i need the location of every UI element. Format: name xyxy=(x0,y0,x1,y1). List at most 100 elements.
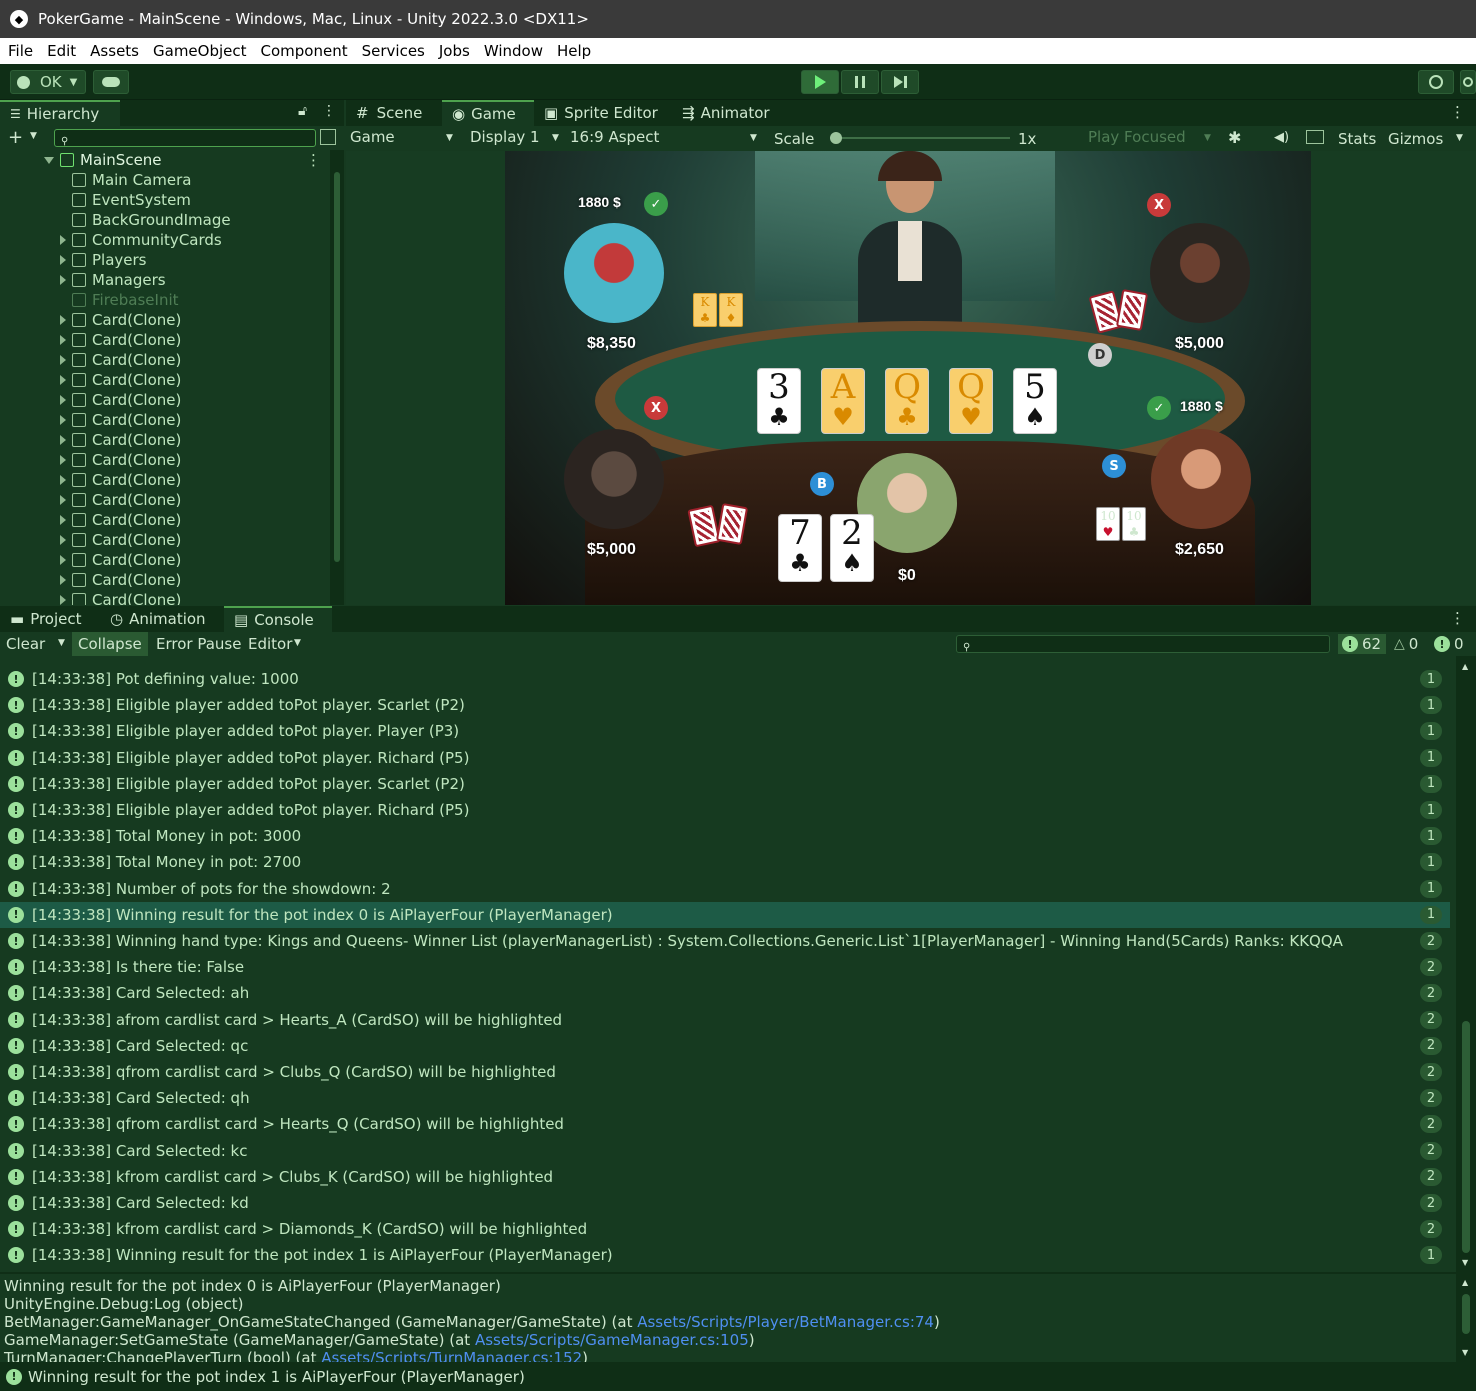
console-entry[interactable]: ! [14:33:38] Total Money in pot: 2700 1 xyxy=(0,849,1450,875)
source-link[interactable]: Assets/Scripts/Player/BetManager.cs:74 xyxy=(637,1313,934,1331)
expand-arrow-icon[interactable] xyxy=(60,535,66,545)
hierarchy-item[interactable]: Main Camera xyxy=(60,170,191,190)
audio-mute-icon[interactable]: ◀) xyxy=(1274,130,1289,145)
hierarchy-item[interactable]: Card(Clone) xyxy=(60,310,181,330)
hierarchy-item[interactable]: Card(Clone) xyxy=(60,530,181,550)
source-link[interactable]: Assets/Scripts/GameManager.cs:105 xyxy=(475,1331,749,1349)
expand-arrow-icon[interactable] xyxy=(60,275,66,285)
pause-button[interactable] xyxy=(841,70,879,94)
play-focused-dropdown[interactable]: Play Focused ▼ xyxy=(1088,128,1216,150)
console-entry[interactable]: ! [14:33:38] afrom cardlist card > Hearts… xyxy=(0,1007,1450,1033)
chevron-down-icon[interactable]: ▼ xyxy=(30,131,37,141)
tab-hierarchy[interactable]: ☰ Hierarchy xyxy=(0,100,120,126)
menu-window[interactable]: Window xyxy=(484,42,543,60)
tab-project[interactable]: ▬ Project xyxy=(0,606,100,632)
menu-services[interactable]: Services xyxy=(362,42,425,60)
collapse-toggle[interactable]: Collapse xyxy=(72,632,148,656)
console-entry[interactable]: ! [14:33:38] Winning result for the pot i… xyxy=(0,1242,1450,1268)
menu-component[interactable]: Component xyxy=(261,42,348,60)
console-entry[interactable]: ! [14:33:38] Eligible player added toPot … xyxy=(0,797,1450,823)
hierarchy-item[interactable]: EventSystem xyxy=(60,190,191,210)
menu-gameobject[interactable]: GameObject xyxy=(153,42,247,60)
console-entry[interactable]: ! [14:33:38] Eligible player added toPot … xyxy=(0,692,1450,718)
kebab-menu-icon[interactable]: ⋮ xyxy=(1450,609,1465,627)
console-entry[interactable]: ! [14:33:38] Winning hand type: Kings and… xyxy=(0,928,1450,954)
error-pause-toggle[interactable]: Error Pause xyxy=(156,635,241,653)
scale-slider[interactable] xyxy=(830,132,1010,144)
bug-icon[interactable]: ✱ xyxy=(1228,128,1241,147)
kebab-menu-icon[interactable]: ⋮ xyxy=(322,103,336,119)
tab-game[interactable]: ◉ Game xyxy=(442,100,534,126)
expand-arrow-icon[interactable] xyxy=(60,475,66,485)
scroll-up-icon[interactable]: ▲ xyxy=(1462,1278,1468,1287)
console-entry[interactable]: ! [14:33:38] Is there tie: False 2 xyxy=(0,954,1450,980)
chevron-down-icon[interactable]: ▼ xyxy=(294,638,301,648)
hierarchy-item[interactable]: Card(Clone) xyxy=(60,510,181,530)
kebab-menu-icon[interactable]: ⋮ xyxy=(306,151,321,169)
lock-icon[interactable]: 🔓︎ xyxy=(298,103,307,119)
scroll-down-icon[interactable]: ▼ xyxy=(1462,1258,1468,1267)
slider-handle[interactable] xyxy=(830,132,842,144)
source-link[interactable]: Assets/Scripts/TurnManager.cs:152 xyxy=(321,1349,582,1362)
hierarchy-item[interactable]: Card(Clone) xyxy=(60,450,181,470)
menu-assets[interactable]: Assets xyxy=(90,42,139,60)
hierarchy-item[interactable]: Card(Clone) xyxy=(60,490,181,510)
aspect-dropdown[interactable]: 16:9 Aspect ▼ xyxy=(570,128,760,150)
hierarchy-item[interactable]: Card(Clone) xyxy=(60,330,181,350)
console-entry[interactable]: ! [14:33:38] Number of pots for the showd… xyxy=(0,876,1450,902)
clear-button[interactable]: Clear xyxy=(6,635,45,653)
console-entry[interactable]: ! [14:33:38] Total Money in pot: 3000 1 xyxy=(0,823,1450,849)
display-dropdown[interactable]: Display 1 ▼ xyxy=(470,128,562,150)
hierarchy-item[interactable]: Card(Clone) xyxy=(60,370,181,390)
expand-arrow-icon[interactable] xyxy=(60,435,66,445)
kebab-menu-icon[interactable]: ⋮ xyxy=(1450,103,1465,121)
menu-help[interactable]: Help xyxy=(557,42,591,60)
info-count-toggle[interactable]: ! 62 xyxy=(1338,634,1386,654)
console-search-input[interactable]: ⚲ xyxy=(956,635,1330,653)
cloud-button[interactable] xyxy=(93,70,129,94)
add-icon[interactable]: + xyxy=(8,127,23,148)
expand-arrow-icon[interactable] xyxy=(60,515,66,525)
expand-arrow-icon[interactable] xyxy=(60,255,66,265)
stats-button[interactable]: Stats xyxy=(1338,130,1376,148)
hierarchy-item[interactable]: Card(Clone) xyxy=(60,590,181,605)
console-entry[interactable]: ! [14:33:38] kfrom cardlist card > Diamon… xyxy=(0,1216,1450,1242)
console-entry[interactable]: ! [14:33:38] Card Selected: kc 2 xyxy=(0,1138,1450,1164)
scroll-down-icon[interactable]: ▼ xyxy=(1462,1348,1468,1357)
error-count-toggle[interactable]: ! 0 xyxy=(1430,634,1470,654)
expand-arrow-icon[interactable] xyxy=(60,375,66,385)
editor-dropdown[interactable]: Editor xyxy=(248,635,292,653)
menu-file[interactable]: File xyxy=(8,42,33,60)
scrollbar-thumb[interactable] xyxy=(1462,1294,1470,1334)
expand-arrow-icon[interactable] xyxy=(60,555,66,565)
console-entry[interactable]: ! [14:33:38] Card Selected: kd 2 xyxy=(0,1190,1450,1216)
hierarchy-item[interactable]: Managers xyxy=(60,270,166,290)
console-scrollbar[interactable]: ▲ ▼ xyxy=(1456,656,1476,1272)
gizmos-button[interactable]: Gizmos xyxy=(1388,130,1443,148)
game-mode-dropdown[interactable]: Game ▼ xyxy=(350,128,456,150)
tab-console[interactable]: ▤ Console xyxy=(224,606,332,632)
console-entry[interactable]: ! [14:33:38] Winning result for the pot i… xyxy=(0,901,1450,928)
chevron-down-icon[interactable]: ▼ xyxy=(1456,133,1463,143)
expand-arrow-icon[interactable] xyxy=(60,575,66,585)
console-entry[interactable]: ! [14:33:38] Eligible player added toPot … xyxy=(0,745,1450,771)
scene-visibility-icon[interactable] xyxy=(320,129,336,145)
step-button[interactable] xyxy=(881,70,919,94)
expand-arrow-icon[interactable] xyxy=(60,235,66,245)
hierarchy-item[interactable]: Card(Clone) xyxy=(60,550,181,570)
hierarchy-item[interactable]: Card(Clone) xyxy=(60,350,181,370)
tab-animation[interactable]: ◷ Animation xyxy=(100,606,224,632)
console-entry[interactable]: ! [14:33:38] qfrom cardlist card > Hearts… xyxy=(0,1111,1450,1137)
console-entry[interactable]: ! [14:33:38] Card Selected: ah 2 xyxy=(0,980,1450,1006)
console-entry[interactable]: ! [14:33:38] Card Selected: qh 2 xyxy=(0,1085,1450,1111)
scroll-up-icon[interactable]: ▲ xyxy=(1462,662,1468,671)
status-message[interactable]: Winning result for the pot index 1 is Ai… xyxy=(28,1368,525,1386)
tab-scene[interactable]: # Scene xyxy=(346,100,442,126)
hierarchy-item[interactable]: Card(Clone) xyxy=(60,570,181,590)
expand-arrow-icon[interactable] xyxy=(60,415,66,425)
warning-count-toggle[interactable]: △ 0 xyxy=(1390,634,1428,654)
expand-arrow-icon[interactable] xyxy=(60,335,66,345)
console-entry[interactable]: ! [14:33:38] Eligible player added toPot … xyxy=(0,771,1450,797)
expand-arrow-icon[interactable] xyxy=(60,315,66,325)
console-entry[interactable]: ! [14:33:38] Eligible player added toPot … xyxy=(0,718,1450,744)
